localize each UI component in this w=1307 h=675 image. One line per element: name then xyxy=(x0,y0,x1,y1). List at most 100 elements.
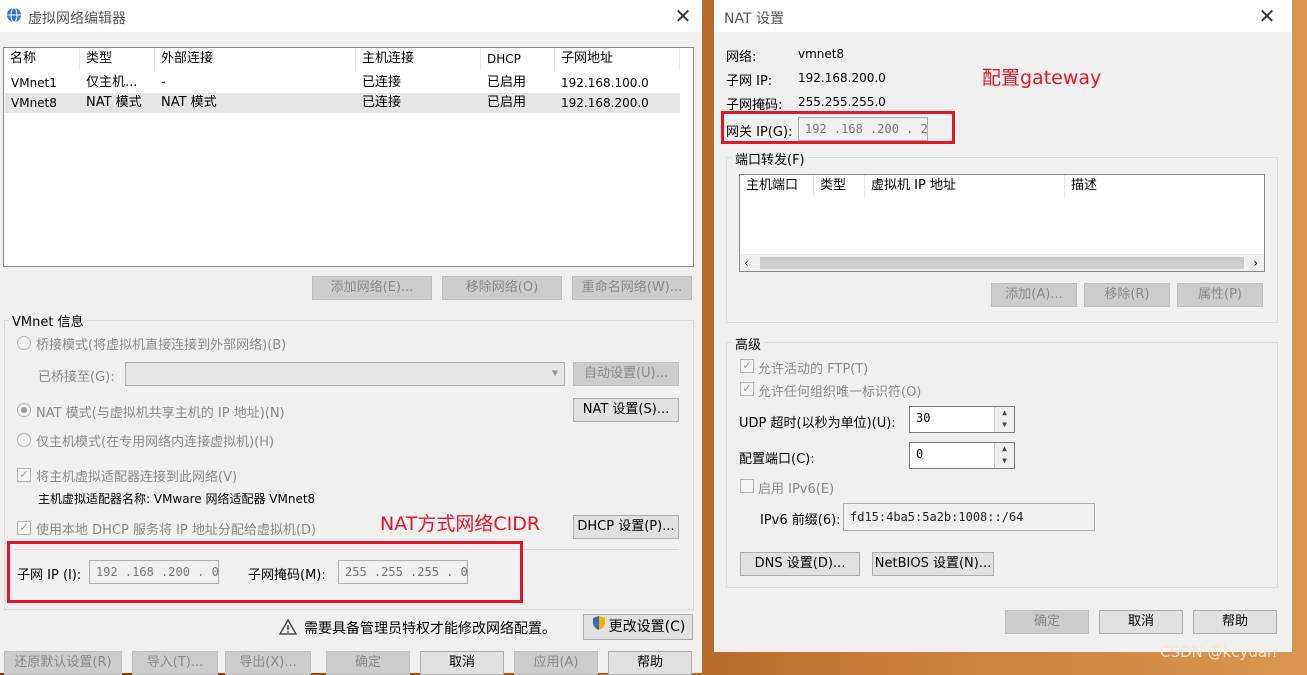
cell-dhcp: 已启用 xyxy=(487,95,527,110)
udp-timeout-label: UDP 超时(以秒为单位)(U): xyxy=(739,416,896,431)
use-dhcp-checkbox[interactable]: ✓ xyxy=(17,521,31,535)
globe-icon xyxy=(6,7,22,27)
change-settings-button[interactable]: 更改设置(C) xyxy=(583,614,693,640)
shield-icon xyxy=(591,615,607,639)
connect-adapter-checkbox[interactable]: ✓ xyxy=(17,468,31,482)
subnet-ip-field[interactable]: 192 .168 .200 . 0 xyxy=(89,560,219,584)
nat-mode-label[interactable]: NAT 模式(与虚拟机共享主机的 IP 地址)(N) xyxy=(36,402,285,421)
enable-ipv6-label[interactable]: 启用 IPv6(E) xyxy=(758,478,834,497)
ok-button[interactable]: 确定 xyxy=(326,651,410,675)
column-header-description[interactable]: 描述 xyxy=(1065,175,1264,197)
restore-defaults-button[interactable]: 还原默认设置(R) xyxy=(4,651,122,675)
warning-icon xyxy=(278,618,298,639)
gateway-label: 网关 IP(G): xyxy=(726,125,793,140)
dns-settings-button[interactable]: DNS 设置(D)... xyxy=(740,552,860,576)
bridge-mode-label[interactable]: 桥接模式(将虚拟机直接连接到外部网络)(B) xyxy=(36,334,286,353)
column-header-type[interactable]: 类型 xyxy=(814,175,865,197)
chevron-down-icon: ▼ xyxy=(551,368,558,379)
subnet-mask-value: 255.255.255.0 xyxy=(798,95,886,109)
vmnet-info-label: VMnet 信息 xyxy=(9,311,87,330)
scroll-right-icon[interactable]: › xyxy=(1253,255,1258,272)
allow-oui-checkbox[interactable]: ✓ xyxy=(740,382,754,396)
cell-host: 已连接 xyxy=(362,75,402,90)
add-network-button[interactable]: 添加网络(E)... xyxy=(312,276,432,300)
cell-external: NAT 模式 xyxy=(161,95,217,110)
window-title: NAT 设置 xyxy=(724,11,784,27)
enable-ipv6-checkbox[interactable] xyxy=(740,479,754,493)
divider xyxy=(14,549,679,550)
ipv6-prefix-field[interactable]: fd15:4ba5:5a2b:1008::/64 xyxy=(843,503,1095,531)
remove-port-button[interactable]: 移除(R) xyxy=(1084,283,1170,307)
subnet-mask-field[interactable]: 255 .255 .255 . 0 xyxy=(338,560,468,584)
allow-ftp-checkbox[interactable]: ✓ xyxy=(740,359,754,373)
udp-timeout-value: 30 xyxy=(916,411,931,425)
column-header-type[interactable]: 类型 xyxy=(80,48,155,70)
scroll-thumb[interactable] xyxy=(760,257,1244,269)
spinner-arrows[interactable]: ▲ ▼ xyxy=(994,443,1014,468)
add-port-button[interactable]: 添加(A)... xyxy=(991,283,1077,307)
export-button[interactable]: 导出(X)... xyxy=(225,651,311,675)
netbios-settings-button[interactable]: NetBIOS 设置(N)... xyxy=(872,552,994,576)
adapter-name-text: 主机虚拟适配器名称: VMware 网络适配器 VMnet8 xyxy=(38,492,316,506)
cancel-button[interactable]: 取消 xyxy=(420,651,504,675)
window-title: 虚拟网络编辑器 xyxy=(28,11,126,27)
column-header-host-port[interactable]: 主机端口 xyxy=(740,175,814,197)
subnet-ip-label: 子网 IP: xyxy=(726,74,773,89)
cell-dhcp: 已启用 xyxy=(487,75,527,90)
column-header-host[interactable]: 主机连接 xyxy=(356,48,481,70)
host-only-radio[interactable] xyxy=(17,433,31,447)
nat-settings-button[interactable]: NAT 设置(S)... xyxy=(573,398,679,422)
column-header-subnet[interactable]: 子网地址 xyxy=(555,48,680,70)
table-row[interactable]: VMnet1 仅主机... - 已连接 已启用 192.168.100.0 xyxy=(5,73,680,93)
host-only-label[interactable]: 仅主机模式(在专用网络内连接虚拟机)(H) xyxy=(36,431,274,450)
apply-button[interactable]: 应用(A) xyxy=(514,651,598,675)
table-row[interactable]: VMnet8 NAT 模式 NAT 模式 已连接 已启用 192.168.200… xyxy=(5,93,680,113)
spinner-arrows[interactable]: ▲ ▼ xyxy=(994,407,1014,432)
admin-warning-text: 需要具备管理员特权才能修改网络配置。 xyxy=(304,621,556,637)
port-properties-button[interactable]: 属性(P) xyxy=(1177,283,1263,307)
config-port-value: 0 xyxy=(916,447,924,461)
ok-button[interactable]: 确定 xyxy=(1005,610,1089,634)
gateway-field[interactable]: 192 .168 .200 . 2 xyxy=(798,117,928,141)
allow-oui-label[interactable]: 允许任何组织唯一标识符(O) xyxy=(758,381,921,400)
bridged-to-label: 已桥接至(G): xyxy=(38,370,115,385)
connect-adapter-label[interactable]: 将主机虚拟适配器连接到此网络(V) xyxy=(36,466,237,485)
cell-external: - xyxy=(161,75,166,90)
remove-network-button[interactable]: 移除网络(O) xyxy=(442,276,562,300)
change-settings-label: 更改设置(C) xyxy=(608,619,686,635)
cell-name: VMnet8 xyxy=(11,96,57,110)
column-header-external[interactable]: 外部连接 xyxy=(155,48,356,70)
bridged-to-select[interactable]: ▼ xyxy=(125,362,565,386)
port-forward-label: 端口转发(F) xyxy=(732,149,808,168)
network-value: vmnet8 xyxy=(798,47,845,61)
help-button[interactable]: 帮助 xyxy=(1193,610,1277,634)
rename-network-button[interactable]: 重命名网络(W)... xyxy=(572,276,692,300)
use-dhcp-label[interactable]: 使用本地 DHCP 服务将 IP 地址分配给虚拟机(D) xyxy=(36,519,316,538)
port-forward-list[interactable]: 主机端口 类型 虚拟机 IP 地址 描述 ‹ › xyxy=(739,174,1265,272)
title-bar: NAT 设置 ✕ xyxy=(714,0,1292,32)
help-button[interactable]: 帮助 xyxy=(608,651,692,675)
config-port-spinner[interactable]: 0 ▲ ▼ xyxy=(909,442,1015,469)
bridge-mode-radio[interactable] xyxy=(17,336,31,350)
cidr-annotation: NAT方式网络CIDR xyxy=(380,513,541,535)
column-header-vm-ip[interactable]: 虚拟机 IP 地址 xyxy=(865,175,1065,197)
cell-type: 仅主机... xyxy=(86,75,138,90)
close-icon[interactable]: ✕ xyxy=(672,5,694,27)
virtual-network-editor-window: 虚拟网络编辑器 ✕ 名称 类型 外部连接 主机连接 DHCP 子网地址 VMne… xyxy=(0,0,702,675)
close-icon[interactable]: ✕ xyxy=(1256,5,1278,27)
import-button[interactable]: 导入(T)... xyxy=(132,651,218,675)
dhcp-settings-button[interactable]: DHCP 设置(P)... xyxy=(573,515,679,539)
watermark: CSDN @kcyuan xyxy=(1160,643,1277,661)
network-list[interactable]: 名称 类型 外部连接 主机连接 DHCP 子网地址 VMnet1 仅主机... … xyxy=(3,47,694,267)
auto-settings-button[interactable]: 自动设置(U)... xyxy=(573,362,679,386)
column-header-name[interactable]: 名称 xyxy=(4,48,80,70)
nat-mode-radio[interactable] xyxy=(17,403,31,417)
cell-subnet: 192.168.200.0 xyxy=(561,96,649,110)
cancel-button[interactable]: 取消 xyxy=(1099,610,1183,634)
horizontal-scrollbar[interactable]: ‹ › xyxy=(740,254,1264,271)
column-header-dhcp[interactable]: DHCP xyxy=(481,48,555,70)
udp-timeout-spinner[interactable]: 30 ▲ ▼ xyxy=(909,406,1015,433)
scroll-left-icon[interactable]: ‹ xyxy=(744,255,749,272)
allow-ftp-label[interactable]: 允许活动的 FTP(T) xyxy=(758,358,868,377)
config-port-label: 配置端口(C): xyxy=(739,452,815,467)
